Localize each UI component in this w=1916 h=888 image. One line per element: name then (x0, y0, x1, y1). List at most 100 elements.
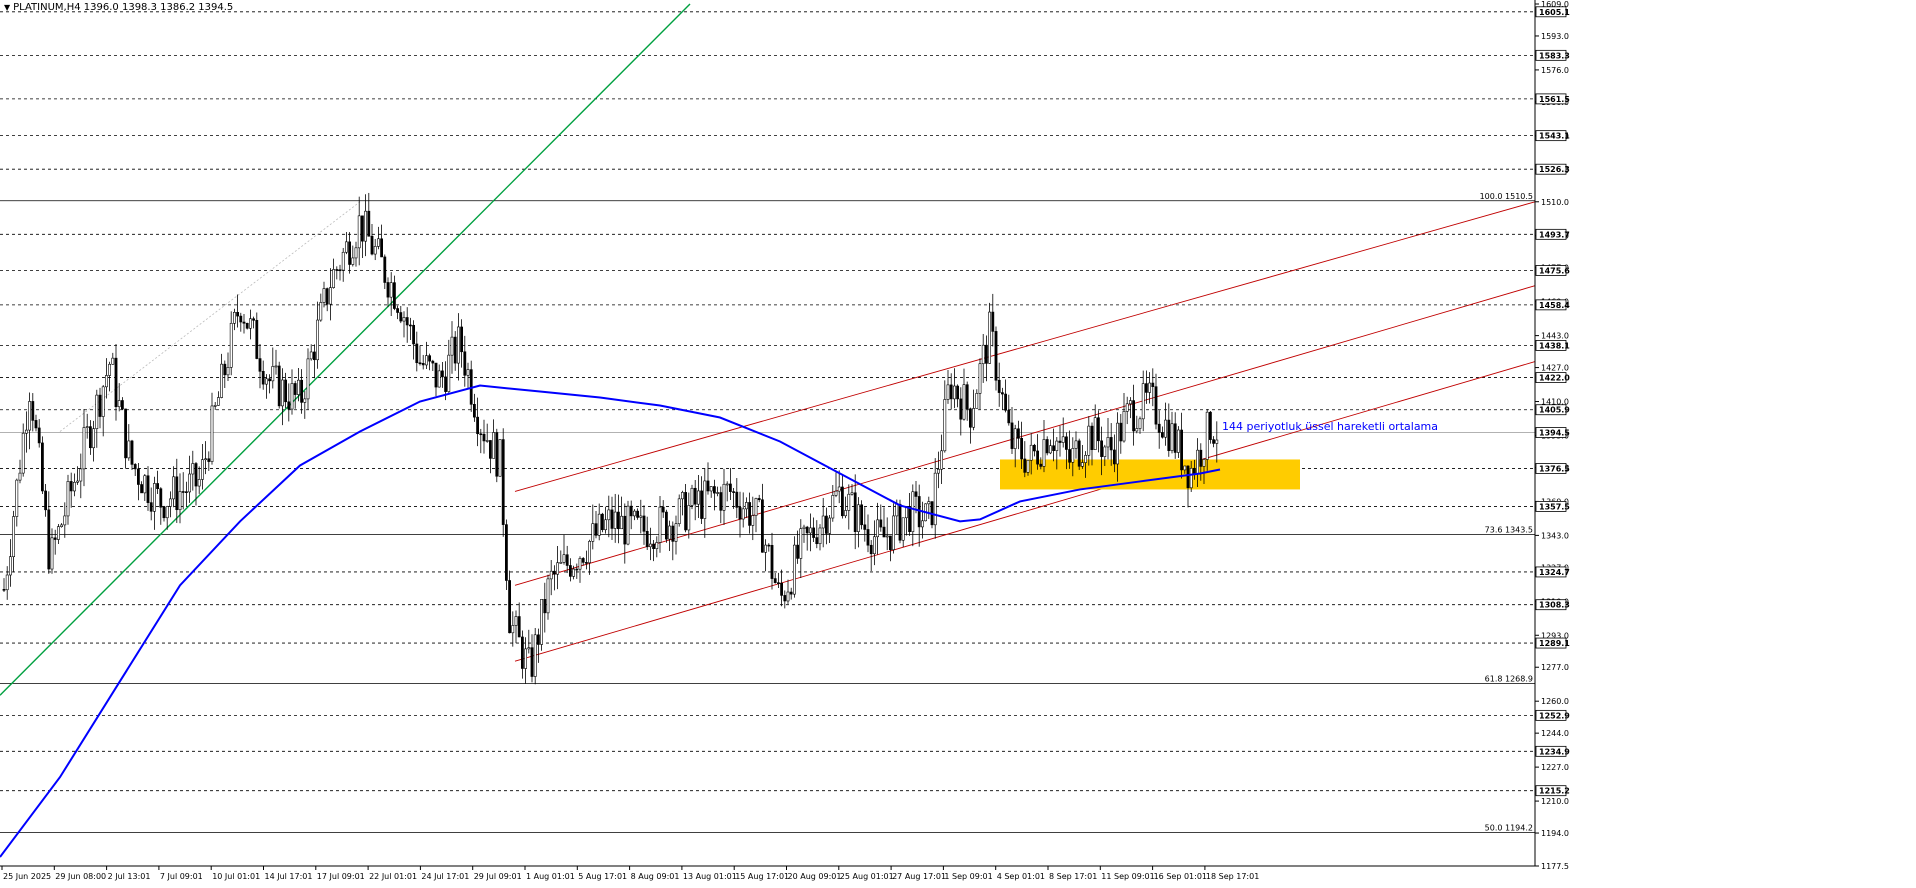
candle-bull (249, 318, 252, 329)
candle-bear (860, 504, 864, 526)
candle-bull (588, 541, 592, 564)
candle-bear (1100, 440, 1104, 457)
time-tick-label: 10 Jul 01:01 (212, 872, 260, 881)
candle-bear (1167, 419, 1171, 451)
candle-bear (1186, 465, 1190, 489)
candle-bear (482, 433, 486, 442)
candle-bull (687, 505, 691, 531)
candle-bear (396, 308, 400, 313)
candle-bull (1205, 411, 1209, 460)
candle-bear (261, 371, 265, 385)
candle-bull (572, 568, 576, 577)
candle-bull (709, 486, 713, 492)
candle-bull (703, 480, 707, 519)
candle-bull (578, 558, 582, 570)
candle-bear (1154, 386, 1158, 425)
candle-bull (229, 322, 233, 368)
collapse-triangle-icon[interactable]: ▼ (4, 3, 10, 12)
candle-bull (197, 479, 201, 487)
candle-bear (629, 505, 633, 517)
candle-bear (748, 502, 752, 526)
time-tick-label: 11 Sep 09:01 (1101, 872, 1154, 881)
candle-bull (1202, 459, 1206, 467)
candle-bull (1074, 440, 1078, 449)
candle-bear (408, 324, 412, 327)
candle-bear (1077, 440, 1081, 467)
candle-bear (693, 487, 697, 505)
candle-bull (1026, 459, 1030, 473)
candle-bull (562, 554, 566, 563)
candle-bear (121, 400, 124, 410)
candle-bull (303, 398, 307, 403)
candle-bear (89, 426, 92, 449)
candle-bull (210, 405, 214, 462)
candle-bear (1058, 440, 1062, 443)
candle-bull (188, 473, 192, 493)
candle-bull (341, 251, 345, 271)
time-tick-label: 14 Jul 17:01 (265, 872, 313, 881)
candle-bear (338, 269, 342, 272)
candle-bull (456, 326, 460, 364)
price-tick-label: 1343.0 (1541, 531, 1569, 540)
candle-bear (444, 376, 448, 392)
price-chart[interactable]: 100.0 1510.5 73.6 1343.5 61.8 1268.9 50.0 1… (0, 0, 1916, 888)
fibonacci-levels: 100.0 1510.5 73.6 1343.5 61.8 1268.9 50.0 1… (0, 192, 1535, 834)
candle-bull (92, 428, 96, 449)
candle-bull (936, 468, 940, 474)
time-tick-label: 29 Jul 09:01 (474, 872, 522, 881)
candle-bear (773, 578, 777, 583)
level-label: 1376.5 (1539, 464, 1570, 473)
candle-bull (82, 427, 86, 470)
candle-bear (584, 562, 588, 564)
candle-bear (997, 379, 1001, 393)
candle-bear (1145, 383, 1148, 393)
candle-bear (1109, 437, 1113, 451)
candle-bear (223, 363, 227, 376)
candle-bull (607, 509, 611, 521)
candle-bull (79, 468, 83, 482)
candle-bull (332, 269, 336, 288)
candle-bull (668, 525, 672, 540)
candle-bull (1122, 411, 1126, 442)
candle-bull (722, 483, 726, 511)
candle-bull (920, 520, 924, 528)
candle-bear (991, 311, 995, 332)
candle-bear (405, 317, 409, 326)
candle-bull (597, 513, 601, 536)
candle-bull (60, 524, 64, 527)
candle-bear (440, 370, 444, 378)
candle-bull (716, 492, 720, 494)
candle-bull (978, 363, 982, 394)
candle-bull (648, 543, 652, 548)
candle-bear (175, 476, 179, 511)
candle-bull (1081, 462, 1084, 467)
candle-bear (1212, 439, 1216, 444)
candle-bear (31, 401, 35, 421)
candle-bear (565, 554, 569, 566)
level-label: 1422.0 (1539, 374, 1570, 383)
candle-bear (812, 527, 816, 538)
time-tick-label: 8 Aug 09:01 (631, 872, 680, 881)
candle-bear (181, 491, 185, 493)
level-label: 1475.6 (1539, 266, 1570, 275)
candle-bull (639, 515, 643, 518)
candle-bull (741, 508, 745, 520)
candle-bull (213, 405, 217, 407)
candle-bear (431, 360, 435, 364)
candle-bull (895, 503, 899, 517)
candle-bear (594, 523, 598, 536)
candle-bull (492, 432, 496, 459)
candle-bear (268, 378, 272, 382)
candle-bear (434, 362, 438, 388)
level-label: 1308.3 (1539, 601, 1570, 610)
candle-bear (47, 509, 51, 570)
candle-bull (319, 302, 323, 321)
candle-bull (591, 523, 595, 542)
candle-bull (792, 544, 796, 595)
time-tick-label: 15 Aug 17:01 (735, 872, 789, 881)
candle-bear (805, 526, 809, 534)
level-label: 1405.9 (1539, 406, 1570, 415)
candle-bear (453, 336, 457, 364)
candle-bull (316, 319, 320, 361)
candle-bear (1016, 428, 1020, 439)
